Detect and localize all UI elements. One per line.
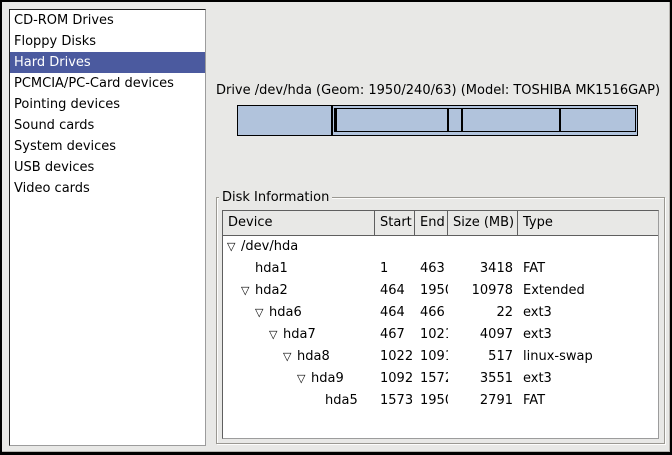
table-row-hda1[interactable]: hda1 14633418FAT (223, 258, 658, 280)
table-row-hda7[interactable]: ▽hda746710214097ext3 (223, 324, 658, 346)
drive-title: Drive /dev/hda (Geom: 1950/240/63) (Mode… (215, 83, 661, 98)
table-row-hda8[interactable]: ▽hda810221091517linux-swap (223, 346, 658, 368)
expander-icon[interactable]: ▽ (255, 302, 269, 324)
type-cell: ext3 (518, 302, 658, 324)
column-header-device[interactable]: Device (223, 211, 375, 236)
size-cell: 22 (448, 302, 518, 324)
sidebar-item-sound-cards[interactable]: Sound cards (10, 115, 205, 136)
type-cell: FAT (518, 258, 658, 280)
expander-icon[interactable]: ▽ (283, 346, 297, 368)
start-cell: 1 (375, 258, 415, 280)
end-cell: 1572 (415, 368, 448, 390)
size-cell: 3418 (448, 258, 518, 280)
column-header-type[interactable]: Type (518, 211, 658, 236)
device-cell: ▽hda6 (223, 302, 375, 324)
start-cell: 464 (375, 280, 415, 302)
sidebar-item-cd-rom-drives[interactable]: CD-ROM Drives (10, 10, 205, 31)
table-row-hda9[interactable]: ▽hda9109215723551ext3 (223, 368, 658, 390)
table-row--dev-hda[interactable]: ▽/dev/hda (223, 236, 658, 258)
type-cell: ext3 (518, 324, 658, 346)
device-label: hda1 (255, 258, 288, 280)
sidebar-item-system-devices[interactable]: System devices (10, 136, 205, 157)
partition-segment-hda1 (238, 106, 333, 135)
end-cell (415, 236, 448, 258)
device-cell: ▽hda2 (223, 280, 375, 302)
size-cell: 517 (448, 346, 518, 368)
end-cell: 1021 (415, 324, 448, 346)
partition-bar (237, 105, 638, 136)
device-label: hda6 (269, 302, 302, 324)
partition-segment-hda2 (333, 106, 637, 135)
sidebar-item-usb-devices[interactable]: USB devices (10, 157, 205, 178)
device-label: hda7 (283, 324, 316, 346)
size-cell: 2791 (448, 390, 518, 412)
device-cell: hda1 (223, 258, 375, 280)
table-header-row: DeviceStartEndSize (MB)Type (223, 211, 658, 236)
end-cell: 1950 (415, 390, 448, 412)
size-cell: 4097 (448, 324, 518, 346)
device-cell: hda5 (223, 390, 375, 412)
type-cell (518, 236, 658, 258)
disk-info-table: DeviceStartEndSize (MB)Type ▽/dev/hdahda… (222, 210, 659, 439)
table-row-hda6[interactable]: ▽hda646446622ext3 (223, 302, 658, 324)
end-cell: 463 (415, 258, 448, 280)
device-label: hda8 (297, 346, 330, 368)
device-cell: ▽hda7 (223, 324, 375, 346)
type-cell: ext3 (518, 368, 658, 390)
end-cell: 1950 (415, 280, 448, 302)
size-cell: 10978 (448, 280, 518, 302)
start-cell: 467 (375, 324, 415, 346)
sidebar-list: CD-ROM DrivesFloppy DisksHard DrivesPCMC… (9, 9, 206, 446)
sidebar-item-pointing-devices[interactable]: Pointing devices (10, 94, 205, 115)
start-cell: 1022 (375, 346, 415, 368)
size-cell: 3551 (448, 368, 518, 390)
type-cell: Extended (518, 280, 658, 302)
column-header-start[interactable]: Start (375, 211, 415, 236)
table-body: ▽/dev/hdahda114633418FAT▽hda246419501097… (223, 236, 658, 412)
device-label: hda5 (325, 390, 358, 412)
size-cell (448, 236, 518, 258)
device-label: hda2 (255, 280, 288, 302)
column-header-end[interactable]: End (415, 211, 448, 236)
partition-segment-hda9 (462, 108, 559, 132)
start-cell: 464 (375, 302, 415, 324)
sidebar-item-pcmcia-pc-card-devices[interactable]: PCMCIA/PC-Card devices (10, 73, 205, 94)
device-label: /dev/hda (241, 236, 298, 258)
expander-icon[interactable]: ▽ (269, 324, 283, 346)
sidebar-item-video-cards[interactable]: Video cards (10, 178, 205, 199)
start-cell (375, 236, 415, 258)
end-cell: 466 (415, 302, 448, 324)
hardware-browser-window: CD-ROM DrivesFloppy DisksHard DrivesPCMC… (0, 0, 672, 455)
expander-icon[interactable]: ▽ (241, 280, 255, 302)
device-label: hda9 (311, 368, 344, 390)
device-cell: ▽hda8 (223, 346, 375, 368)
device-cell: ▽/dev/hda (223, 236, 375, 258)
type-cell: linux-swap (518, 346, 658, 368)
start-cell: 1573 (375, 390, 415, 412)
partition-segment-hda8 (448, 108, 462, 132)
device-cell: ▽hda9 (223, 368, 375, 390)
sidebar-item-hard-drives[interactable]: Hard Drives (10, 52, 205, 73)
type-cell: FAT (518, 390, 658, 412)
expander-icon[interactable]: ▽ (297, 368, 311, 390)
partition-segment-hda5 (560, 108, 636, 132)
expander-icon[interactable]: ▽ (227, 236, 241, 258)
start-cell: 1092 (375, 368, 415, 390)
sidebar-item-floppy-disks[interactable]: Floppy Disks (10, 31, 205, 52)
partition-segment-hda7 (336, 108, 448, 132)
table-row-hda5[interactable]: hda5 157319502791FAT (223, 390, 658, 412)
disk-info-groupbox: Disk Information DeviceStartEndSize (MB)… (216, 197, 665, 444)
table-row-hda2[interactable]: ▽hda2464195010978Extended (223, 280, 658, 302)
disk-info-group-label: Disk Information (219, 189, 332, 206)
end-cell: 1091 (415, 346, 448, 368)
column-header-size-mb-[interactable]: Size (MB) (448, 211, 518, 236)
